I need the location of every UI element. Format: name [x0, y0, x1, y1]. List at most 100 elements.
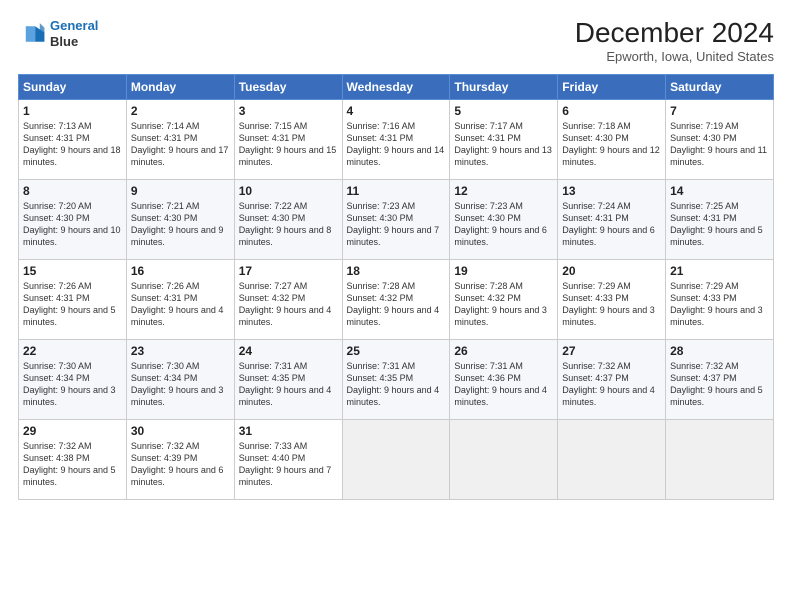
calendar-week-2: 8 Sunrise: 7:20 AMSunset: 4:30 PMDayligh… [19, 179, 774, 259]
day-number: 15 [23, 264, 122, 278]
calendar-cell [666, 419, 774, 499]
day-info: Sunrise: 7:30 AMSunset: 4:34 PMDaylight:… [131, 360, 230, 409]
day-info: Sunrise: 7:21 AMSunset: 4:30 PMDaylight:… [131, 200, 230, 249]
calendar-cell: 5 Sunrise: 7:17 AMSunset: 4:31 PMDayligh… [450, 99, 558, 179]
day-number: 5 [454, 104, 553, 118]
calendar-cell [450, 419, 558, 499]
calendar-cell: 26 Sunrise: 7:31 AMSunset: 4:36 PMDaylig… [450, 339, 558, 419]
calendar-cell: 12 Sunrise: 7:23 AMSunset: 4:30 PMDaylig… [450, 179, 558, 259]
day-number: 1 [23, 104, 122, 118]
calendar-cell: 3 Sunrise: 7:15 AMSunset: 4:31 PMDayligh… [234, 99, 342, 179]
day-number: 9 [131, 184, 230, 198]
calendar-cell: 6 Sunrise: 7:18 AMSunset: 4:30 PMDayligh… [558, 99, 666, 179]
page: General Blue December 2024 Epworth, Iowa… [0, 0, 792, 612]
calendar-cell: 24 Sunrise: 7:31 AMSunset: 4:35 PMDaylig… [234, 339, 342, 419]
day-info: Sunrise: 7:14 AMSunset: 4:31 PMDaylight:… [131, 120, 230, 169]
calendar-cell: 23 Sunrise: 7:30 AMSunset: 4:34 PMDaylig… [126, 339, 234, 419]
day-info: Sunrise: 7:32 AMSunset: 4:37 PMDaylight:… [562, 360, 661, 409]
calendar-cell: 14 Sunrise: 7:25 AMSunset: 4:31 PMDaylig… [666, 179, 774, 259]
calendar-week-5: 29 Sunrise: 7:32 AMSunset: 4:38 PMDaylig… [19, 419, 774, 499]
day-number: 24 [239, 344, 338, 358]
day-number: 14 [670, 184, 769, 198]
calendar-cell: 17 Sunrise: 7:27 AMSunset: 4:32 PMDaylig… [234, 259, 342, 339]
calendar-week-4: 22 Sunrise: 7:30 AMSunset: 4:34 PMDaylig… [19, 339, 774, 419]
day-info: Sunrise: 7:16 AMSunset: 4:31 PMDaylight:… [347, 120, 446, 169]
logo-text: General Blue [50, 18, 98, 49]
day-number: 11 [347, 184, 446, 198]
calendar-cell: 30 Sunrise: 7:32 AMSunset: 4:39 PMDaylig… [126, 419, 234, 499]
calendar-cell: 22 Sunrise: 7:30 AMSunset: 4:34 PMDaylig… [19, 339, 127, 419]
day-info: Sunrise: 7:29 AMSunset: 4:33 PMDaylight:… [670, 280, 769, 329]
calendar-week-3: 15 Sunrise: 7:26 AMSunset: 4:31 PMDaylig… [19, 259, 774, 339]
col-header-wednesday: Wednesday [342, 74, 450, 99]
day-number: 10 [239, 184, 338, 198]
calendar-cell: 8 Sunrise: 7:20 AMSunset: 4:30 PMDayligh… [19, 179, 127, 259]
calendar-cell: 20 Sunrise: 7:29 AMSunset: 4:33 PMDaylig… [558, 259, 666, 339]
day-info: Sunrise: 7:15 AMSunset: 4:31 PMDaylight:… [239, 120, 338, 169]
day-info: Sunrise: 7:24 AMSunset: 4:31 PMDaylight:… [562, 200, 661, 249]
day-number: 20 [562, 264, 661, 278]
day-info: Sunrise: 7:23 AMSunset: 4:30 PMDaylight:… [454, 200, 553, 249]
header: General Blue December 2024 Epworth, Iowa… [18, 18, 774, 64]
day-number: 21 [670, 264, 769, 278]
day-info: Sunrise: 7:25 AMSunset: 4:31 PMDaylight:… [670, 200, 769, 249]
day-number: 27 [562, 344, 661, 358]
calendar-cell: 29 Sunrise: 7:32 AMSunset: 4:38 PMDaylig… [19, 419, 127, 499]
calendar-week-1: 1 Sunrise: 7:13 AMSunset: 4:31 PMDayligh… [19, 99, 774, 179]
day-number: 30 [131, 424, 230, 438]
logo-blue: Blue [50, 34, 98, 50]
day-info: Sunrise: 7:19 AMSunset: 4:30 PMDaylight:… [670, 120, 769, 169]
calendar-cell: 11 Sunrise: 7:23 AMSunset: 4:30 PMDaylig… [342, 179, 450, 259]
calendar-cell: 10 Sunrise: 7:22 AMSunset: 4:30 PMDaylig… [234, 179, 342, 259]
day-number: 18 [347, 264, 446, 278]
day-info: Sunrise: 7:20 AMSunset: 4:30 PMDaylight:… [23, 200, 122, 249]
day-number: 31 [239, 424, 338, 438]
logo: General Blue [18, 18, 98, 49]
calendar-cell: 9 Sunrise: 7:21 AMSunset: 4:30 PMDayligh… [126, 179, 234, 259]
day-number: 16 [131, 264, 230, 278]
day-number: 6 [562, 104, 661, 118]
day-number: 22 [23, 344, 122, 358]
calendar-cell: 7 Sunrise: 7:19 AMSunset: 4:30 PMDayligh… [666, 99, 774, 179]
day-info: Sunrise: 7:26 AMSunset: 4:31 PMDaylight:… [131, 280, 230, 329]
day-number: 29 [23, 424, 122, 438]
day-info: Sunrise: 7:26 AMSunset: 4:31 PMDaylight:… [23, 280, 122, 329]
day-number: 4 [347, 104, 446, 118]
day-number: 26 [454, 344, 553, 358]
day-info: Sunrise: 7:31 AMSunset: 4:36 PMDaylight:… [454, 360, 553, 409]
day-info: Sunrise: 7:27 AMSunset: 4:32 PMDaylight:… [239, 280, 338, 329]
col-header-monday: Monday [126, 74, 234, 99]
day-info: Sunrise: 7:23 AMSunset: 4:30 PMDaylight:… [347, 200, 446, 249]
calendar-cell: 31 Sunrise: 7:33 AMSunset: 4:40 PMDaylig… [234, 419, 342, 499]
day-info: Sunrise: 7:22 AMSunset: 4:30 PMDaylight:… [239, 200, 338, 249]
day-number: 3 [239, 104, 338, 118]
col-header-thursday: Thursday [450, 74, 558, 99]
day-number: 13 [562, 184, 661, 198]
calendar-cell: 27 Sunrise: 7:32 AMSunset: 4:37 PMDaylig… [558, 339, 666, 419]
col-header-sunday: Sunday [19, 74, 127, 99]
day-info: Sunrise: 7:18 AMSunset: 4:30 PMDaylight:… [562, 120, 661, 169]
day-info: Sunrise: 7:28 AMSunset: 4:32 PMDaylight:… [454, 280, 553, 329]
day-number: 17 [239, 264, 338, 278]
month-title: December 2024 [575, 18, 774, 49]
calendar-cell: 19 Sunrise: 7:28 AMSunset: 4:32 PMDaylig… [450, 259, 558, 339]
calendar-cell: 28 Sunrise: 7:32 AMSunset: 4:37 PMDaylig… [666, 339, 774, 419]
day-info: Sunrise: 7:31 AMSunset: 4:35 PMDaylight:… [239, 360, 338, 409]
day-number: 23 [131, 344, 230, 358]
calendar-cell: 2 Sunrise: 7:14 AMSunset: 4:31 PMDayligh… [126, 99, 234, 179]
title-block: December 2024 Epworth, Iowa, United Stat… [575, 18, 774, 64]
location: Epworth, Iowa, United States [575, 49, 774, 64]
calendar-cell: 16 Sunrise: 7:26 AMSunset: 4:31 PMDaylig… [126, 259, 234, 339]
calendar-cell: 18 Sunrise: 7:28 AMSunset: 4:32 PMDaylig… [342, 259, 450, 339]
calendar-header-row: SundayMondayTuesdayWednesdayThursdayFrid… [19, 74, 774, 99]
calendar-cell: 15 Sunrise: 7:26 AMSunset: 4:31 PMDaylig… [19, 259, 127, 339]
day-info: Sunrise: 7:17 AMSunset: 4:31 PMDaylight:… [454, 120, 553, 169]
col-header-saturday: Saturday [666, 74, 774, 99]
calendar-cell [558, 419, 666, 499]
day-info: Sunrise: 7:29 AMSunset: 4:33 PMDaylight:… [562, 280, 661, 329]
day-info: Sunrise: 7:33 AMSunset: 4:40 PMDaylight:… [239, 440, 338, 489]
day-info: Sunrise: 7:31 AMSunset: 4:35 PMDaylight:… [347, 360, 446, 409]
calendar-cell: 13 Sunrise: 7:24 AMSunset: 4:31 PMDaylig… [558, 179, 666, 259]
day-number: 2 [131, 104, 230, 118]
calendar-cell: 21 Sunrise: 7:29 AMSunset: 4:33 PMDaylig… [666, 259, 774, 339]
